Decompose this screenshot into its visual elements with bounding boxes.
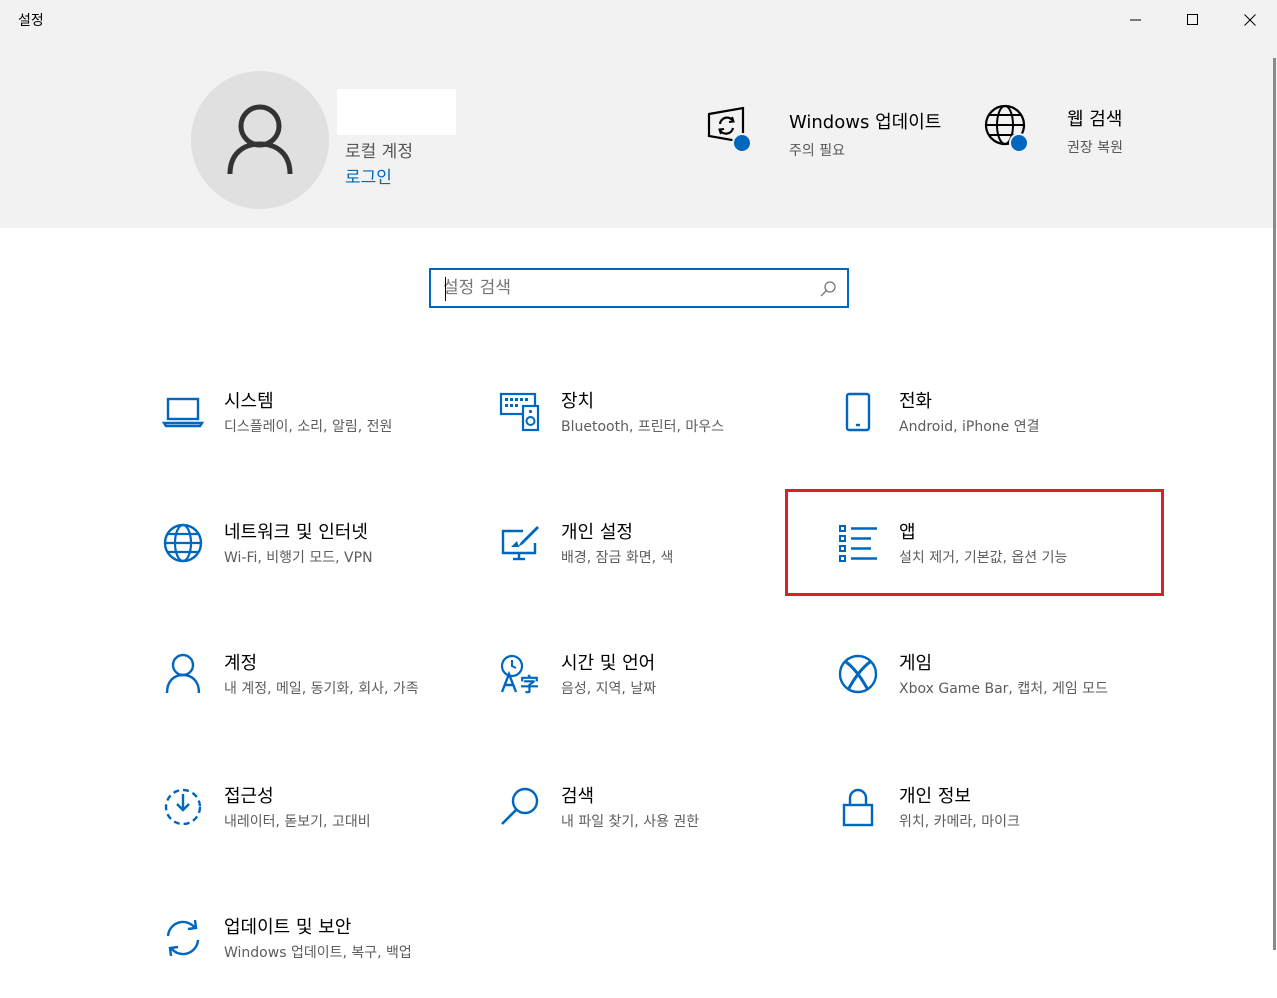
tile-devices[interactable]: 장치 Bluetooth, 프린터, 마우스 — [498, 390, 798, 480]
person-icon — [161, 652, 205, 696]
avatar[interactable] — [191, 71, 329, 209]
tile-subtitle: Bluetooth, 프린터, 마우스 — [561, 419, 725, 435]
tile-subtitle: 음성, 지역, 날짜 — [561, 681, 657, 697]
tile-subtitle: Xbox Game Bar, 캡처, 게임 모드 — [899, 681, 1108, 697]
tile-title: 네트워크 및 인터넷 — [224, 522, 368, 543]
title-bar: 설정 — [0, 0, 1277, 40]
tile-subtitle: 배경, 잠금 화면, 색 — [561, 550, 674, 566]
tile-accounts[interactable]: 계정 내 계정, 메일, 동기화, 회사, 가족 — [161, 652, 461, 742]
minimize-button[interactable] — [1107, 0, 1164, 40]
tile-gaming[interactable]: 게임 Xbox Game Bar, 캡처, 게임 모드 — [836, 652, 1136, 742]
windows-update-status: 주의 필요 — [789, 143, 845, 159]
web-search-title: 웹 검색 — [1067, 109, 1123, 130]
text-caret — [445, 277, 446, 301]
ease-of-access-icon — [161, 785, 205, 829]
close-button[interactable] — [1221, 0, 1277, 40]
login-link[interactable]: 로그인 — [345, 163, 392, 188]
laptop-icon — [161, 390, 205, 434]
tile-title: 게임 — [899, 653, 933, 674]
xbox-icon — [836, 652, 880, 696]
tile-title: 앱 — [899, 522, 916, 543]
tile-subtitle: Android, iPhone 연결 — [899, 419, 1040, 435]
tile-search[interactable]: 검색 내 파일 찾기, 사용 권한 — [498, 785, 798, 875]
tile-title: 개인 정보 — [899, 786, 971, 807]
tile-phone[interactable]: 전화 Android, iPhone 연결 — [836, 390, 1136, 480]
scrollbar[interactable] — [1273, 58, 1276, 950]
window-title: 설정 — [18, 13, 44, 29]
tile-subtitle: 설치 제거, 기본값, 옵션 기능 — [899, 550, 1068, 566]
web-search-globe-icon — [983, 103, 1041, 157]
tile-subtitle: 내 파일 찾기, 사용 권한 — [561, 814, 700, 830]
apps-list-icon — [836, 521, 880, 565]
magnifier-icon — [498, 785, 542, 829]
settings-search-box[interactable] — [429, 268, 849, 308]
search-icon[interactable] — [819, 280, 837, 298]
tile-system[interactable]: 시스템 디스플레이, 소리, 알림, 전원 — [161, 390, 461, 480]
tile-subtitle: Wi-Fi, 비행기 모드, VPN — [224, 550, 373, 566]
tile-apps[interactable]: 앱 설치 제거, 기본값, 옵션 기능 — [836, 521, 1136, 611]
windows-update-icon — [705, 106, 763, 160]
tile-subtitle: Windows 업데이트, 복구, 백업 — [224, 945, 412, 961]
tile-title: 전화 — [899, 391, 933, 412]
tile-title: 접근성 — [224, 786, 274, 807]
tile-subtitle: 내 계정, 메일, 동기화, 회사, 가족 — [224, 681, 419, 697]
user-avatar-icon — [227, 104, 293, 175]
globe-icon — [161, 521, 205, 565]
tile-title: 업데이트 및 보안 — [224, 917, 352, 938]
tile-title: 시간 및 언어 — [561, 653, 656, 674]
tile-time-language[interactable]: 字 시간 및 언어 음성, 지역, 날짜 — [498, 652, 798, 742]
tile-title: 계정 — [224, 653, 258, 674]
personalization-brush-icon — [498, 521, 542, 565]
tile-title: 장치 — [561, 391, 595, 412]
tile-title: 시스템 — [224, 391, 274, 412]
close-icon — [1243, 14, 1256, 26]
tile-subtitle: 내레이터, 돋보기, 고대비 — [224, 814, 371, 830]
minimize-icon — [1129, 19, 1141, 21]
user-name-redacted — [337, 89, 456, 135]
lock-icon — [836, 785, 880, 829]
windows-update-quick-link[interactable]: Windows 업데이트 주의 필요 — [705, 106, 941, 160]
web-search-status: 권장 복원 — [1067, 140, 1123, 156]
tile-subtitle: 위치, 카메라, 마이크 — [899, 814, 1020, 830]
time-language-icon: 字 — [498, 652, 542, 696]
account-type-label: 로컬 계정 — [345, 142, 413, 162]
phone-icon — [836, 390, 880, 434]
tile-title: 개인 설정 — [561, 522, 633, 543]
search-input[interactable] — [443, 276, 803, 300]
tile-personalization[interactable]: 개인 설정 배경, 잠금 화면, 색 — [498, 521, 798, 611]
tile-title: 검색 — [561, 786, 595, 807]
tile-privacy[interactable]: 개인 정보 위치, 카메라, 마이크 — [836, 785, 1136, 875]
keyboard-speaker-icon — [498, 390, 542, 434]
tile-accessibility[interactable]: 접근성 내레이터, 돋보기, 고대비 — [161, 785, 461, 875]
maximize-icon — [1186, 14, 1198, 25]
tile-subtitle: 디스플레이, 소리, 알림, 전원 — [224, 419, 393, 435]
web-search-quick-link[interactable]: 웹 검색 권장 복원 — [983, 103, 1123, 157]
tile-network[interactable]: 네트워크 및 인터넷 Wi-Fi, 비행기 모드, VPN — [161, 521, 461, 611]
sync-arrows-icon — [161, 916, 205, 960]
tile-update-security[interactable]: 업데이트 및 보안 Windows 업데이트, 복구, 백업 — [161, 916, 461, 998]
account-header: 로컬 계정 로그인 Windows 업데이트 주의 필요 웹 검색 권장 복원 — [0, 40, 1277, 228]
maximize-button[interactable] — [1164, 0, 1221, 40]
windows-update-title: Windows 업데이트 — [789, 112, 942, 133]
svg-text:字: 字 — [520, 673, 539, 694]
